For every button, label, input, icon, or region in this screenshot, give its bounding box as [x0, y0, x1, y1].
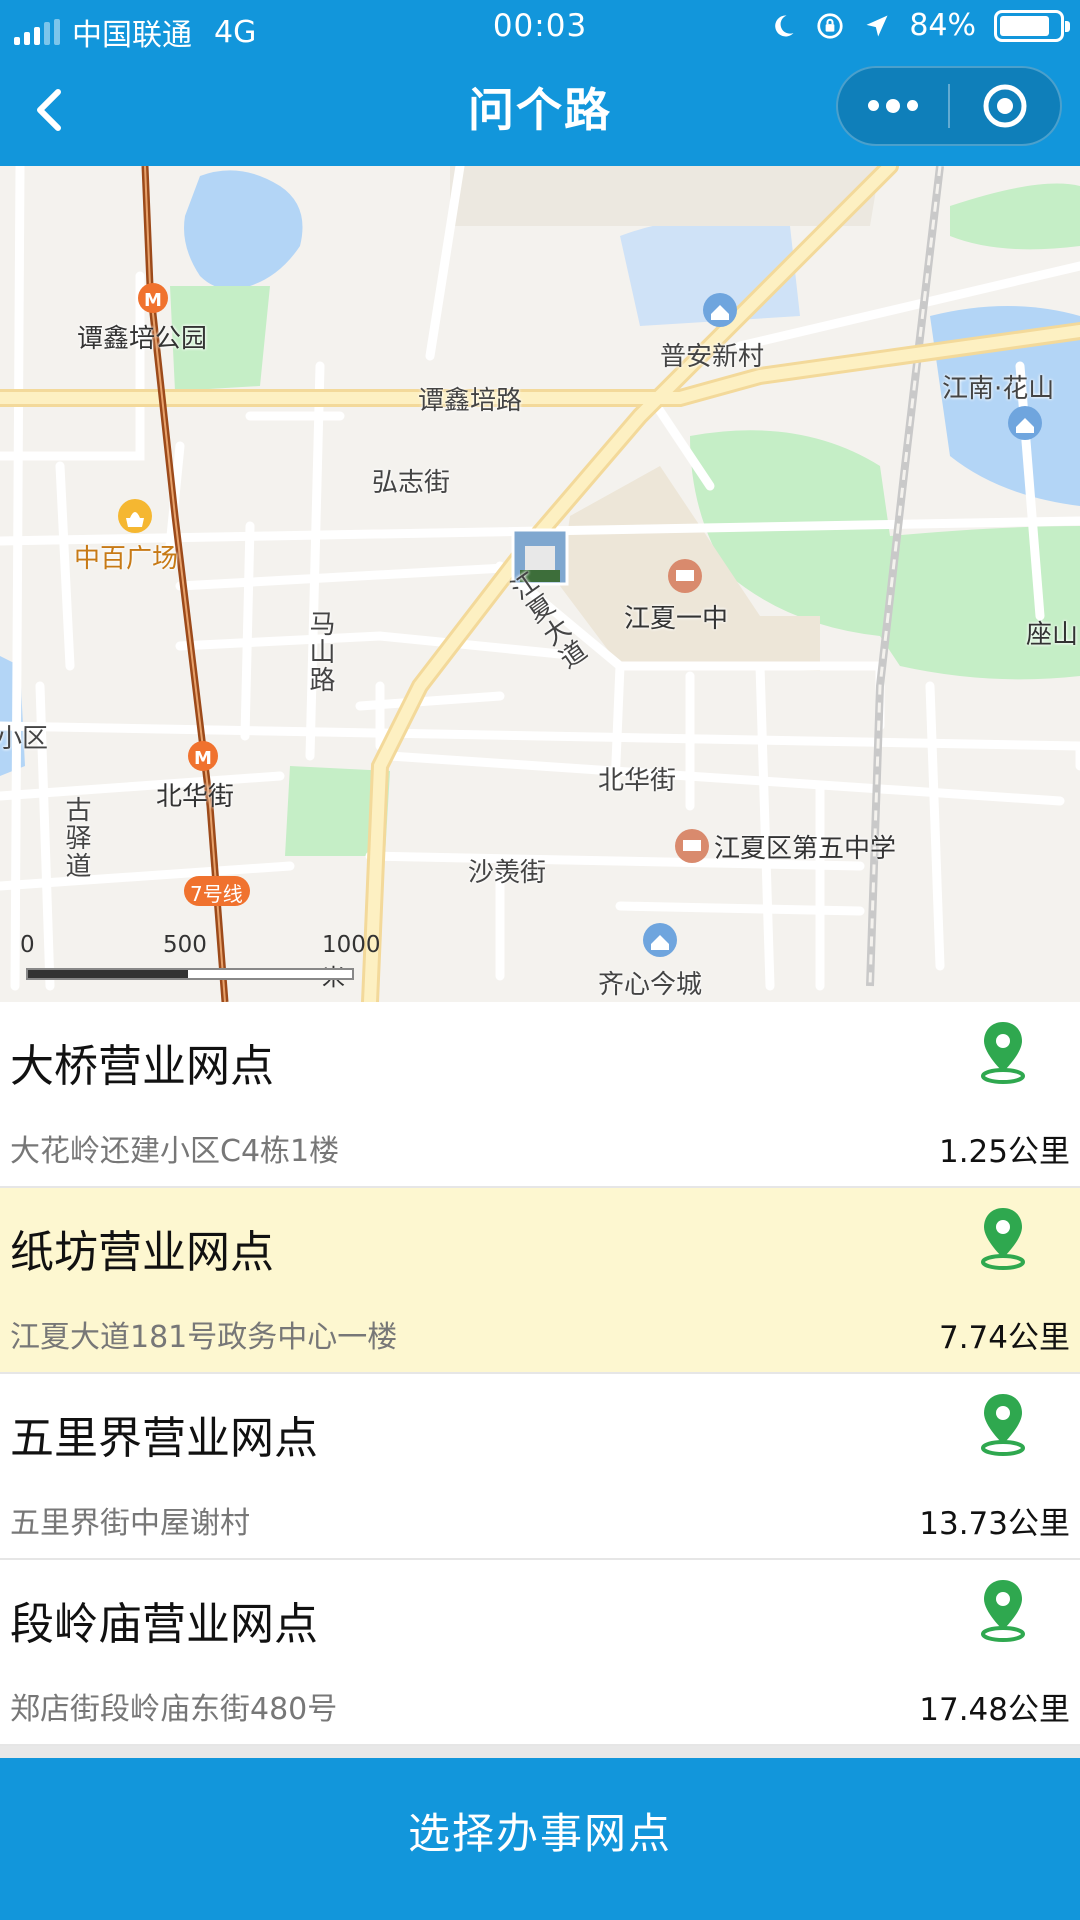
- branch-distance: 13.73公里: [919, 1506, 1070, 1542]
- location-pin-button[interactable]: [978, 1392, 1028, 1456]
- top-zone: [450, 166, 880, 226]
- branch-list-item[interactable]: 五里界营业网点五里界街中屋谢村 13.73公里: [0, 1374, 1080, 1560]
- branch-address: 五里界街中屋谢村: [10, 1506, 250, 1541]
- branch-distance: 1.25公里: [938, 1134, 1070, 1170]
- map-label-zuoshan: 座山: [1026, 620, 1079, 650]
- mini-program-capsule: [836, 66, 1062, 146]
- map-label-zhongbai-plaza: 中百广场: [74, 544, 179, 574]
- map-label-tanxinpei-road: 谭鑫培路: [418, 386, 523, 416]
- branch-name: 大桥营业网点: [10, 1041, 274, 1092]
- select-branch-button[interactable]: 选择办事网点: [0, 1758, 1080, 1920]
- map-label-xiaoqu: 小区: [0, 724, 49, 754]
- metro-station-icon-beihua: M: [188, 741, 218, 771]
- branch-name: 纸坊营业网点: [10, 1227, 274, 1278]
- branch-address: 大花岭还建小区C4栋1楼: [10, 1134, 340, 1169]
- school-icon-no5: [675, 829, 709, 863]
- map-label-tanxinpei-park: 谭鑫培公园: [77, 324, 208, 354]
- branch-address: 郑店街段岭庙东街480号: [10, 1692, 338, 1727]
- map-label-hongzhi-street: 弘志街: [372, 468, 451, 498]
- branch-distance: 7.74公里: [938, 1320, 1070, 1356]
- close-button[interactable]: [950, 68, 1060, 144]
- location-pin-icon: [981, 1580, 1025, 1642]
- park-right-top: [950, 183, 1080, 250]
- branch-list-item[interactable]: 大桥营业网点大花岭还建小区C4栋1楼 1.25公里: [0, 1002, 1080, 1188]
- location-pin-button[interactable]: [978, 1206, 1028, 1270]
- location-pin-icon: [981, 1394, 1025, 1456]
- branch-list-item[interactable]: 纸坊营业网点江夏大道181号政务中心一楼 7.74公里: [0, 1188, 1080, 1374]
- target-close-icon: [983, 84, 1027, 128]
- mall-icon: [118, 499, 152, 533]
- battery-icon: [994, 9, 1070, 42]
- scale-tick-500: 500: [163, 932, 207, 958]
- branch-name: 五里界营业网点: [10, 1413, 318, 1464]
- map-label-puan-xincun: 普安新村: [660, 342, 765, 372]
- map-label-shaxian-street: 沙羡街: [468, 858, 547, 888]
- location-pin-icon: [981, 1208, 1025, 1270]
- scale-tick-1000: 1000 米: [322, 932, 381, 991]
- school-icon-no1: [668, 559, 702, 593]
- location-pin-button[interactable]: [978, 1020, 1028, 1084]
- map-scale-bar: 0 500 1000 米: [20, 932, 381, 991]
- map-label-mashan-road: 马山路: [305, 610, 335, 694]
- rotation-lock-icon: [817, 12, 843, 39]
- map-label-jiangxia-no1: 江夏一中: [624, 604, 729, 634]
- branch-distance: 17.48公里: [919, 1692, 1070, 1728]
- svg-text:M: M: [144, 290, 162, 311]
- branch-list: 大桥营业网点大花岭还建小区C4栋1楼 1.25公里纸坊营业网点江夏大道181号政务…: [0, 1002, 1080, 1746]
- branch-address: 江夏大道181号政务中心一楼: [10, 1320, 398, 1355]
- moon-icon: [775, 14, 794, 36]
- branch-name: 段岭庙营业网点: [10, 1599, 318, 1650]
- location-arrow-icon: [866, 15, 888, 36]
- branch-list-item[interactable]: 段岭庙营业网点郑店街段岭庙东街480号 17.48公里: [0, 1560, 1080, 1746]
- map-label-guyi-road: 古驿道: [61, 796, 91, 880]
- map-label-jiangnan-huashan: 江南·花山: [942, 374, 1055, 404]
- status-bar: 中国联通 4G 00:03 84%: [0, 0, 1080, 56]
- more-button[interactable]: [838, 68, 948, 144]
- map-label-line7: 7号线: [190, 882, 243, 906]
- house-icon-puan: [703, 293, 737, 327]
- scale-tick-0: 0: [20, 932, 35, 958]
- map-label-beihua-station: 北华街: [156, 782, 235, 812]
- map-label-beihua-street: 北华街: [598, 766, 677, 796]
- list-footer-gap: [0, 1746, 1080, 1758]
- svg-text:M: M: [194, 748, 212, 769]
- battery-percent: 84%: [909, 8, 976, 43]
- more-dots-icon: [868, 98, 918, 113]
- metro-station-icon-tanxinpei: M: [138, 283, 168, 313]
- house-icon-qixin: [643, 923, 677, 957]
- map-view[interactable]: M M 谭鑫培公园 普安新村 谭鑫培路 江南·花山 弘志街 中百广场 江夏一中 …: [0, 166, 1080, 1002]
- lake: [184, 170, 303, 290]
- map-label-jiangxia-no5: 江夏区第五中学: [714, 834, 897, 864]
- location-pin-icon: [981, 1022, 1025, 1084]
- house-icon-jiangnan: [1008, 406, 1042, 440]
- location-pin-button[interactable]: [978, 1578, 1028, 1642]
- map-label-qixin-jincheng: 齐心今城: [598, 970, 703, 1000]
- app-header: 中国联通 4G 00:03 84% 问个路: [0, 0, 1080, 166]
- scale-bar-line: [26, 968, 354, 980]
